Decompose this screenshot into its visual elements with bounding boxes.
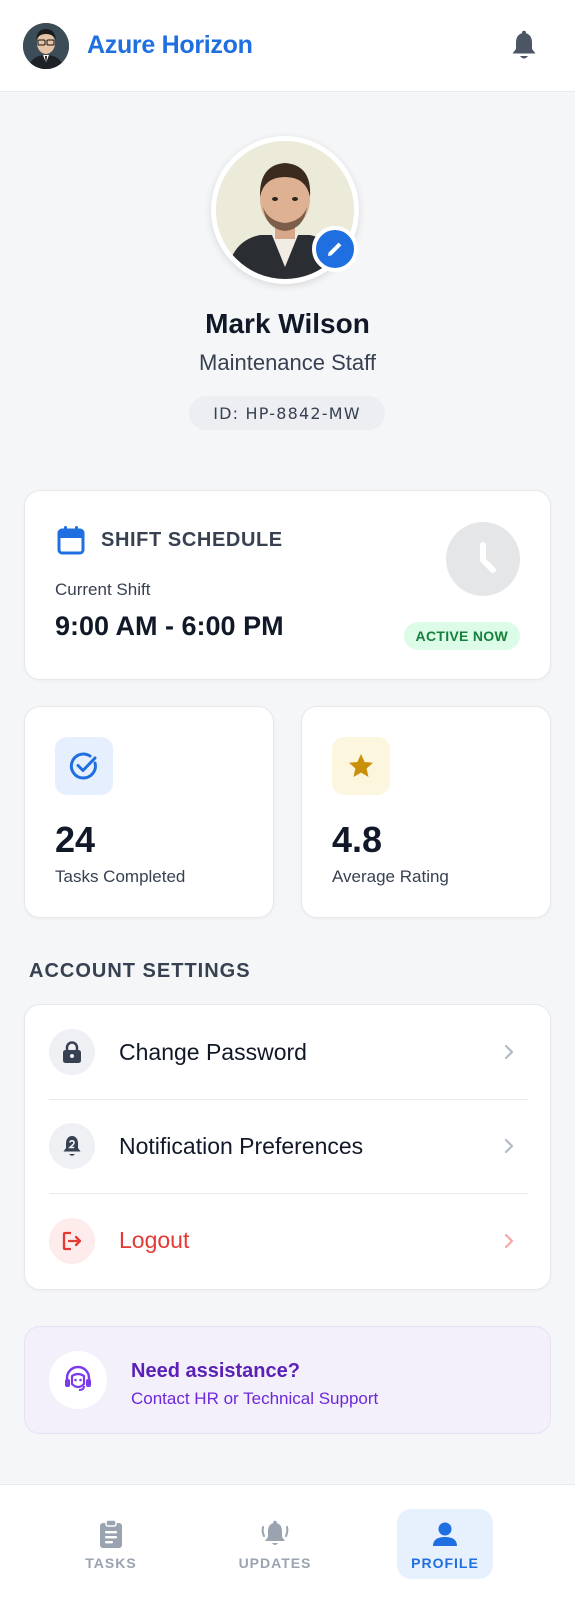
shift-schedule-title: SHIFT SCHEDULE bbox=[101, 529, 283, 551]
shift-schedule-card: SHIFT SCHEDULE Current Shift 9:00 AM - 6… bbox=[24, 490, 551, 680]
notification-preferences-label: Notification Preferences bbox=[119, 1132, 364, 1159]
support-subtitle: Contact HR or Technical Support bbox=[131, 1389, 379, 1408]
nav-tasks-label: TASKS bbox=[85, 1555, 137, 1571]
account-settings-heading: ACCOUNT SETTINGS bbox=[29, 960, 251, 982]
tasks-completed-label: Tasks Completed bbox=[55, 867, 186, 886]
lock-icon bbox=[49, 1029, 95, 1075]
person-icon bbox=[433, 1522, 457, 1546]
average-rating-card: 4.8 Average Rating bbox=[301, 706, 551, 918]
star-icon bbox=[332, 737, 390, 795]
current-shift-label: Current Shift bbox=[55, 580, 151, 599]
current-shift-time: 9:00 AM - 6:00 PM bbox=[55, 611, 284, 641]
change-password-row[interactable]: Change Password bbox=[49, 1005, 528, 1100]
support-title: Need assistance? bbox=[131, 1360, 300, 1382]
check-circle-icon bbox=[55, 737, 113, 795]
chevron-right-icon bbox=[504, 1138, 514, 1154]
top-app-bar: Azure Horizon bbox=[0, 0, 575, 92]
bottom-navigation: TASKS UPDATES PROFILE bbox=[0, 1484, 575, 1600]
employee-id-badge: ID: HP-8842-MW bbox=[189, 396, 385, 430]
notification-preferences-row[interactable]: Notification Preferences bbox=[49, 1099, 528, 1194]
nav-tasks[interactable]: TASKS bbox=[63, 1509, 159, 1579]
pencil-icon bbox=[328, 242, 342, 256]
clipboard-icon bbox=[100, 1519, 122, 1548]
notification-bell-icon bbox=[49, 1123, 95, 1169]
shift-status-badge: ACTIVE NOW bbox=[403, 622, 520, 650]
logout-label: Logout bbox=[119, 1227, 190, 1253]
clock-icon bbox=[446, 522, 520, 596]
support-agent-icon bbox=[49, 1351, 107, 1409]
profile-role: Maintenance Staff bbox=[199, 350, 376, 375]
nav-profile-label: PROFILE bbox=[411, 1555, 479, 1571]
profile-name: Mark Wilson bbox=[205, 308, 370, 339]
change-password-label: Change Password bbox=[119, 1038, 307, 1065]
average-rating-label: Average Rating bbox=[332, 867, 449, 886]
logout-row[interactable]: Logout bbox=[49, 1193, 528, 1288]
tasks-completed-value: 24 bbox=[55, 819, 96, 860]
app-title: Azure Horizon bbox=[87, 31, 253, 59]
chevron-right-icon bbox=[504, 1044, 514, 1060]
account-settings-list: Change Password Notification Preferences… bbox=[24, 1004, 551, 1290]
logout-icon bbox=[49, 1217, 95, 1264]
notification-bell-icon[interactable] bbox=[509, 30, 539, 62]
nav-updates[interactable]: UPDATES bbox=[227, 1509, 323, 1579]
average-rating-value: 4.8 bbox=[332, 819, 383, 860]
user-avatar[interactable] bbox=[23, 22, 69, 69]
nav-updates-label: UPDATES bbox=[238, 1555, 312, 1571]
tasks-completed-card: 24 Tasks Completed bbox=[24, 706, 274, 918]
chevron-right-icon bbox=[504, 1233, 514, 1248]
edit-photo-button[interactable] bbox=[312, 226, 358, 272]
alarm-bell-icon bbox=[261, 1520, 289, 1545]
nav-profile[interactable]: PROFILE bbox=[397, 1509, 493, 1579]
support-card[interactable]: Need assistance? Contact HR or Technical… bbox=[24, 1326, 551, 1434]
calendar-icon bbox=[57, 526, 85, 555]
